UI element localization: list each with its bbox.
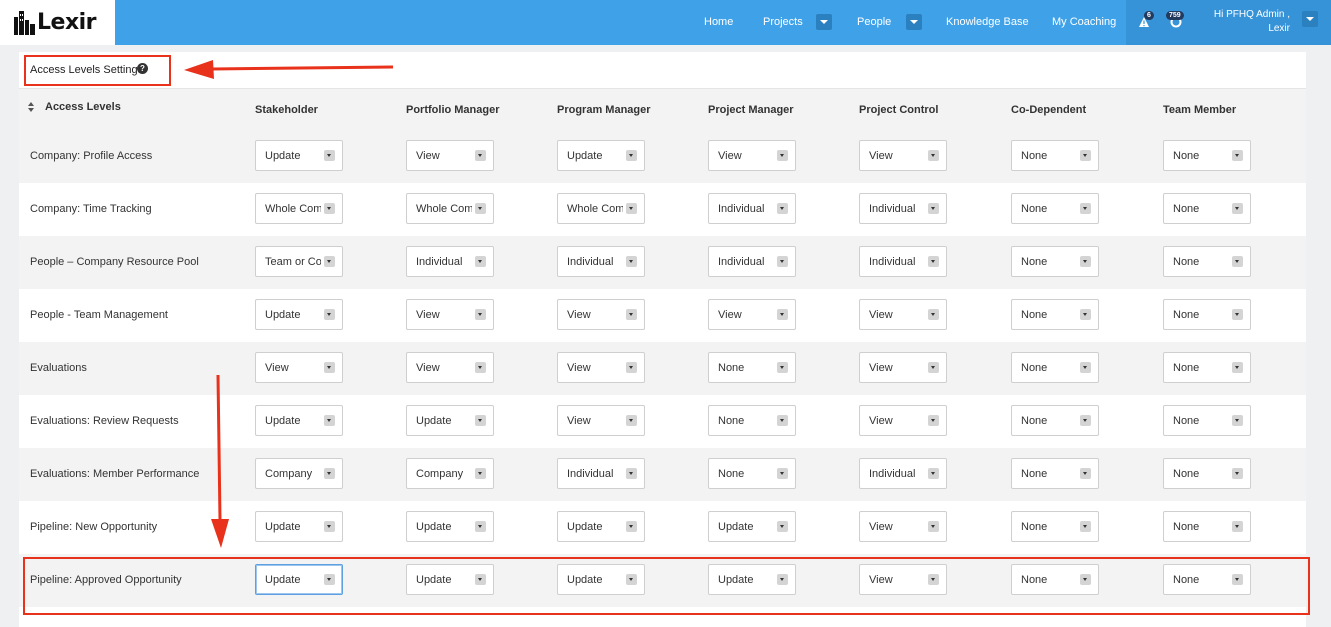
annotation-arrow-vertical: [211, 374, 229, 548]
annotation-arrows: [184, 60, 394, 548]
annotation-arrow-horizontal: [184, 60, 394, 79]
